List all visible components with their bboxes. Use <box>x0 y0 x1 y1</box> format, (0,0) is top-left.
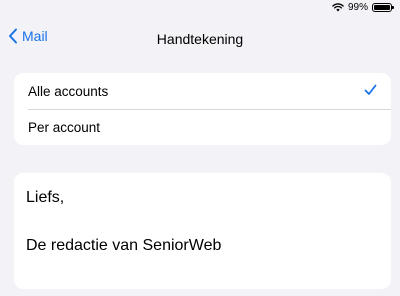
option-label: Per account <box>28 119 101 135</box>
battery-icon <box>372 3 394 12</box>
signature-scope-list: Alle accounts Per account <box>14 73 391 145</box>
wifi-icon <box>332 3 344 12</box>
status-indicators: 99% <box>332 2 394 13</box>
option-label: Alle accounts <box>28 83 109 99</box>
status-bar: 99% <box>0 0 400 16</box>
battery-fill <box>374 5 390 10</box>
page-title: Handtekening <box>156 31 244 47</box>
battery-percent: 99% <box>347 2 368 13</box>
option-all-accounts[interactable]: Alle accounts <box>14 73 391 109</box>
signature-blank-line <box>26 210 379 234</box>
signature-editor[interactable]: Liefs, De redactie van SeniorWeb <box>14 173 391 289</box>
signature-line: Liefs, <box>26 189 65 206</box>
signature-text-area[interactable]: Liefs, De redactie van SeniorWeb <box>14 173 391 271</box>
signature-line: De redactie van SeniorWeb <box>26 237 222 254</box>
option-per-account[interactable]: Per account <box>14 109 391 145</box>
navigation-bar: Mail Handtekening <box>0 22 400 56</box>
checkmark-icon <box>364 84 377 96</box>
